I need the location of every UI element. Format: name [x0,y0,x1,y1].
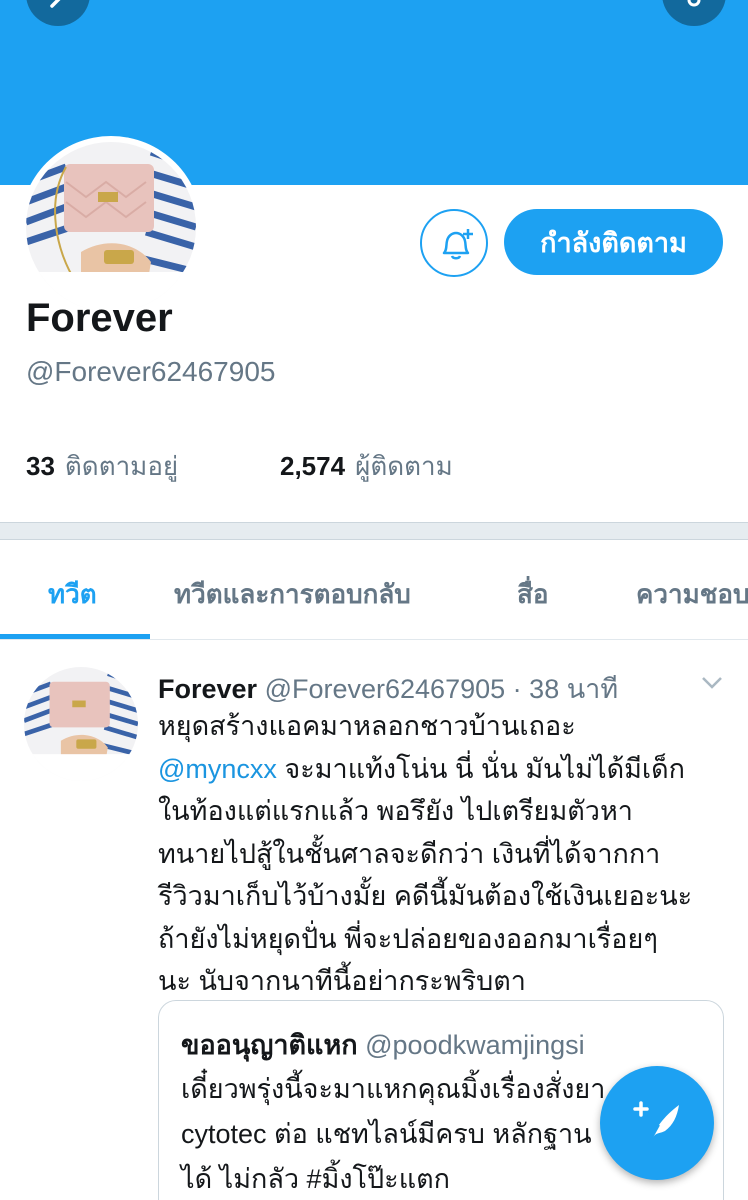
quoted-tweet-body: เดี๋ยวพรุ่งนี้จะมาแหกคุณมิ้งเรื่องสั่งยา… [181,1067,605,1200]
section-divider [0,522,748,540]
following-label: ติดตามอยู่ [64,451,179,481]
avatar-photo [26,142,196,312]
tweet-author-handle[interactable]: @Forever62467905 [265,674,506,704]
followers-label: ผู้ติดตาม [355,451,453,481]
tweet-body: หยุดสร้างแอคมาหลอกชาวบ้านเถอะ @myncxx จะ… [158,705,738,1003]
tab-tweets-and-replies[interactable]: ทวีตและการตอบกลับ [174,574,411,615]
tab-likes[interactable]: ความชอบ [636,574,748,615]
tweet-menu-button[interactable] [700,675,724,696]
tab-tweets[interactable]: ทวีต [48,574,97,615]
tweet-avatar[interactable] [24,667,138,781]
compose-tweet-button[interactable] [600,1066,714,1180]
tweet-line: @myncxx จะมาแท้งโน่น นี่ นั่น มันไม่ได้ม… [158,748,738,791]
following-count: 33 [26,451,55,481]
quoted-author-name: ขออนุญาติแหก [181,1030,358,1060]
profile-display-name: Forever [26,296,173,340]
tweet-separator: · [512,674,522,704]
quote-line: ได้ ไม่กลัว #มิ้งโป๊ะแตก [181,1164,450,1194]
tweet-header: Forever @Forever62467905 · 38 นาที [158,667,618,710]
tweet-author-name[interactable]: Forever [158,674,257,704]
active-tab-indicator [0,634,150,639]
notifications-bell-button[interactable] [420,209,488,277]
profile-handle: @Forever62467905 [26,356,276,387]
tab-media[interactable]: สื่อ [517,574,548,615]
tweet-line: หยุดสร้างแอคมาหลอกชาวบ้านเถอะ [158,711,576,741]
quote-line: เดี๋ยวพรุ่งนี้จะมาแหกคุณมิ้งเรื่องสั่งยา [181,1074,606,1104]
more-options-icon [687,0,701,7]
following-button[interactable]: กำลังติดตาม [504,209,723,275]
profile-tabs: ทวีต ทวีตและการตอบกลับ สื่อ ความชอบ [0,540,748,640]
tweet-line: รีวิวมาเก็บไว้บ้างมั้ย คดีนี้มันต้องใช้เ… [158,881,693,911]
chevron-down-icon [702,677,722,689]
profile-avatar[interactable] [20,136,202,318]
followers-count: 2,574 [280,451,346,481]
tweet-line: ในท้องแต่แรกแล้ว พอรึยัง ไปเตรียมตัวหา [158,796,633,826]
quoted-author-handle: @poodkwamjingsi [365,1030,585,1060]
bell-plus-icon [442,229,473,260]
quoted-tweet-header: ขออนุญาติแหก @poodkwamjingsi [181,1023,585,1066]
tweet-timestamp[interactable]: 38 นาที [529,674,618,704]
compose-feather-icon [633,1101,679,1144]
following-stat[interactable]: 33 ติดตามอยู่ [26,446,178,487]
followers-stat[interactable]: 2,574 ผู้ติดตาม [280,446,453,487]
back-arrow-icon [50,0,61,8]
tweet-line: ทนายไปสู้ในชั้นศาลจะดีกว่า เงินที่ได้จาก… [158,838,661,869]
mention-link[interactable]: @myncxx [158,754,277,784]
tweet-line: นะ นับจากนาทีนี้อย่ากระพริบตา [158,966,526,996]
tweet-line: ถ้ายังไม่หยุดปั่น พี่จะปล่อยของออกมาเรื่… [158,923,658,954]
tweet-avatar-photo [24,667,138,781]
tweet-line-text: จะมาแท้งโน่น นี่ นั่น มันไม่ได้มีเด็ก [276,753,686,784]
quote-line: cytotec ต่อ แชทไลน์มีครบ หลักฐาน [181,1119,592,1149]
profile-stats: 33 ติดตามอยู่ 2,574 ผู้ติดตาม [26,446,453,487]
